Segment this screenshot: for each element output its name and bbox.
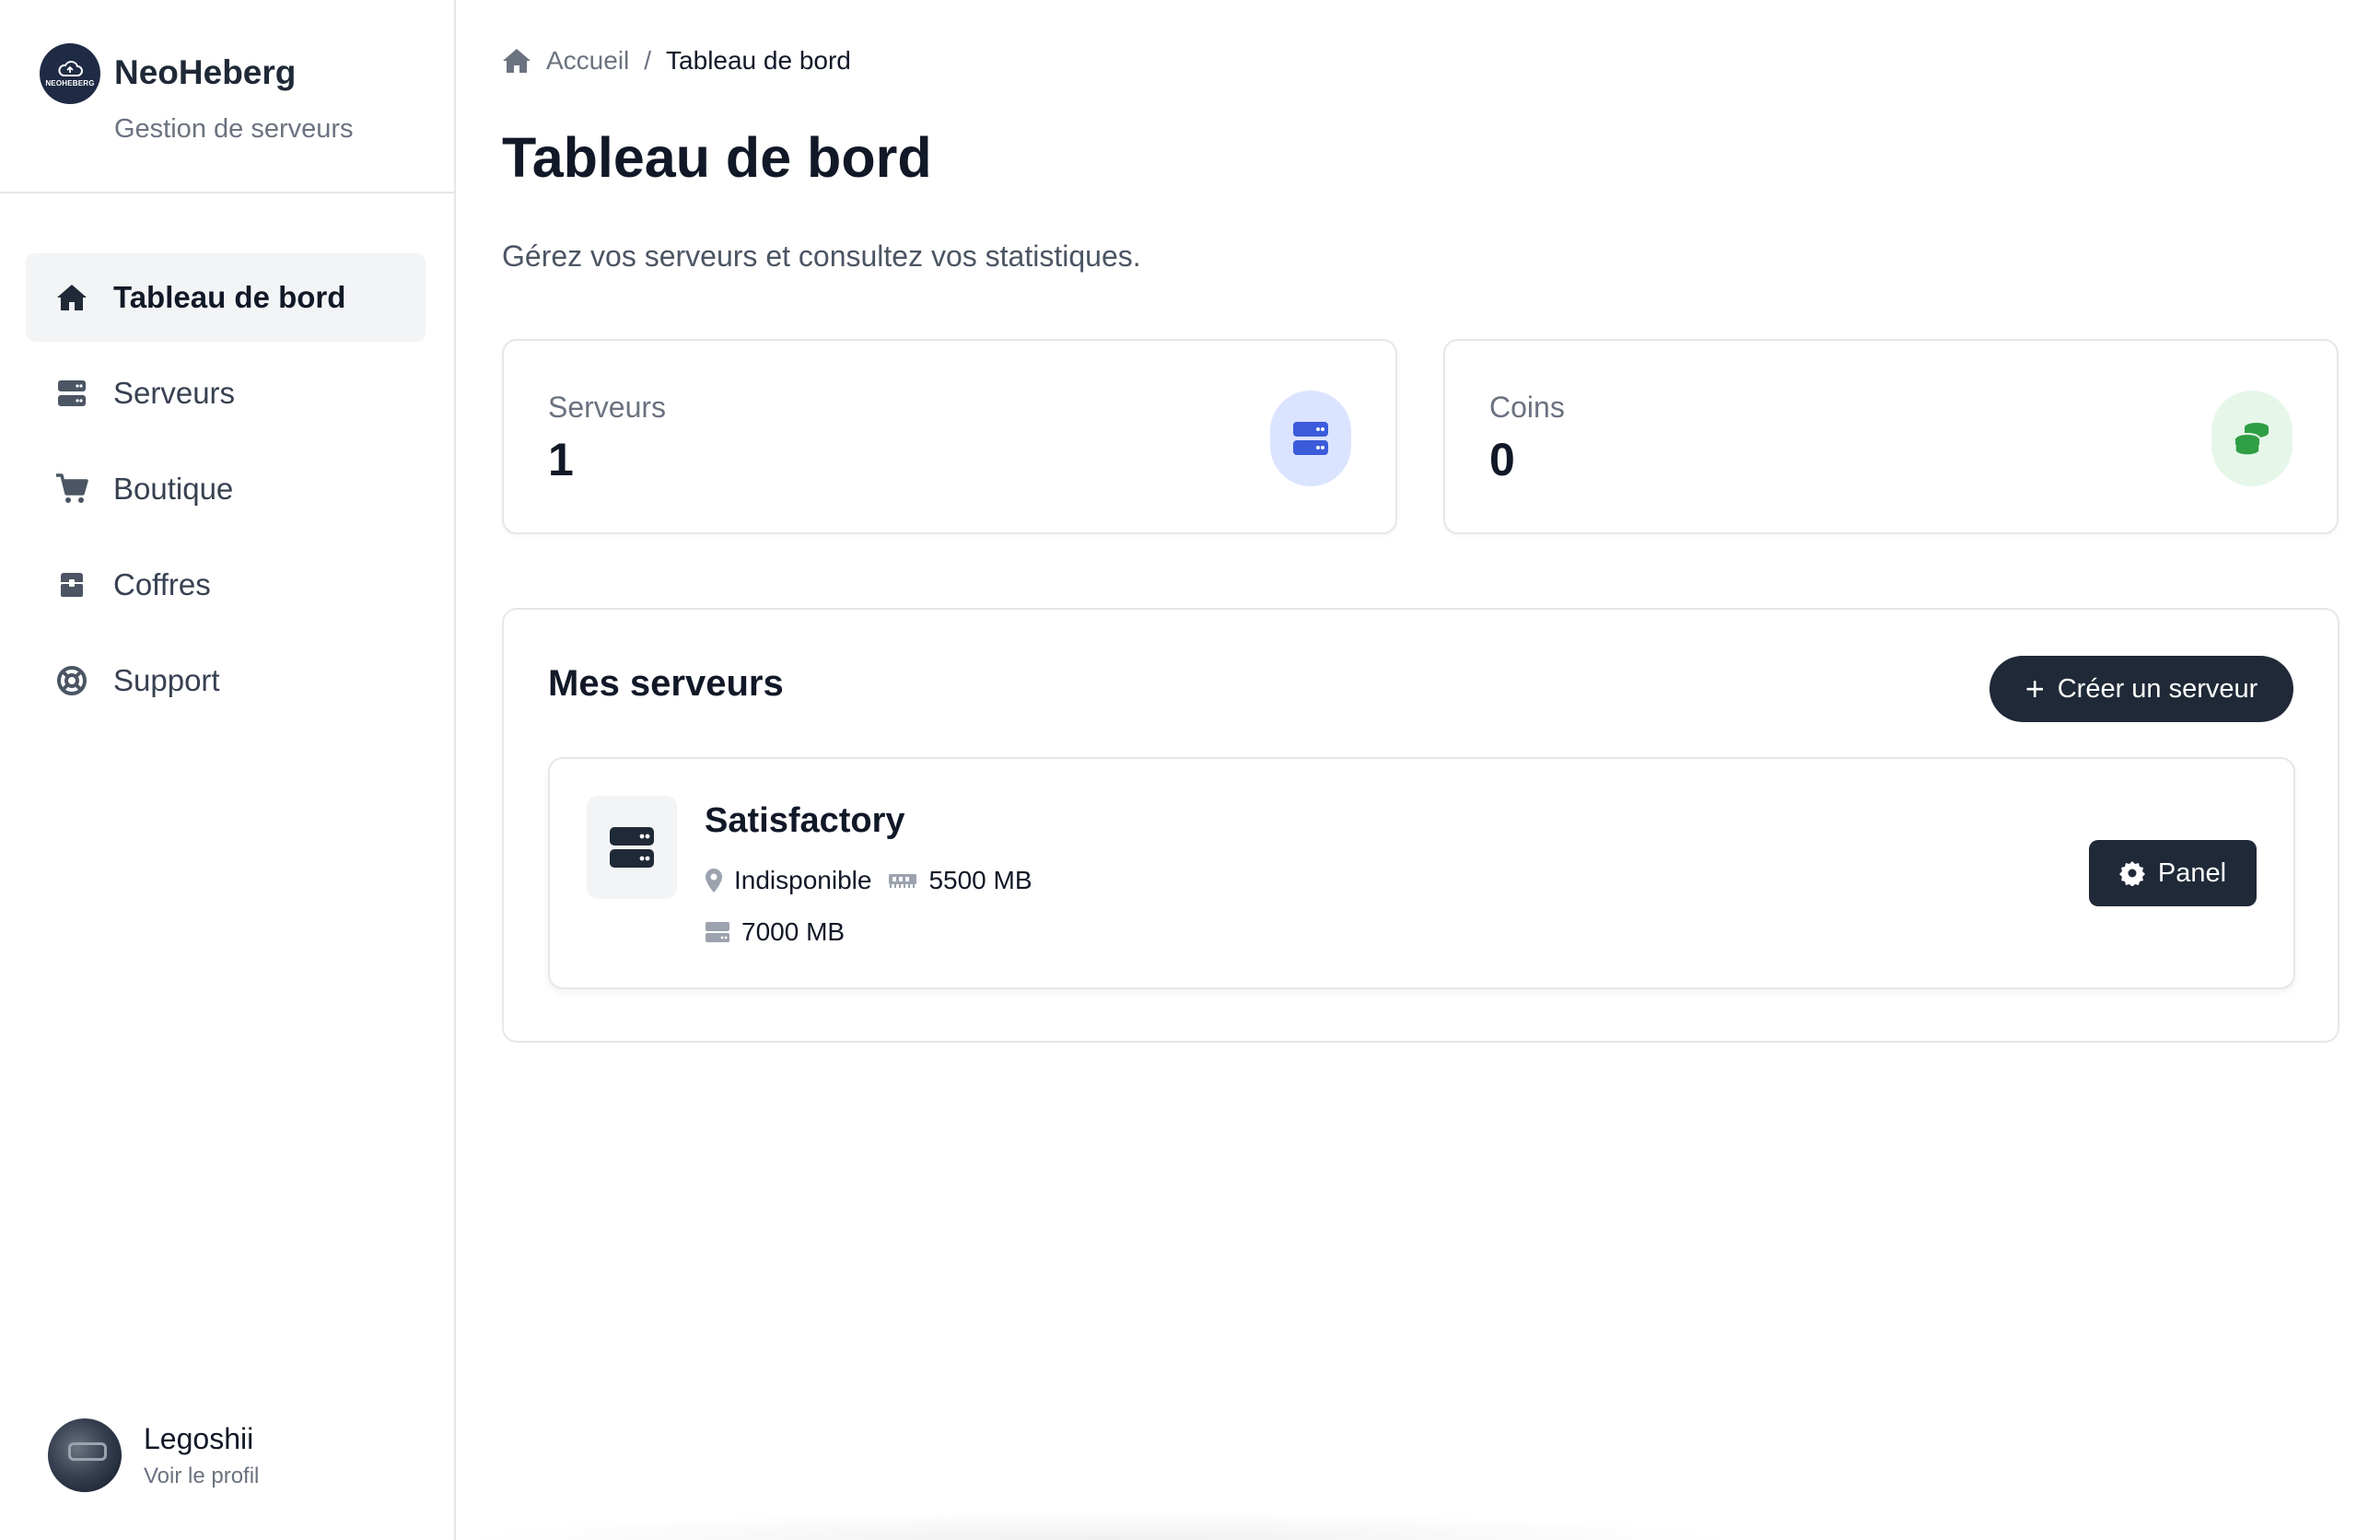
breadcrumb-separator: / — [644, 46, 652, 75]
cloud-icon — [58, 61, 83, 76]
stat-value: 0 — [1489, 434, 1515, 485]
sidebar-item-support[interactable]: Support — [26, 636, 426, 725]
brand-header: NEOHEBERG NeoHeberg Gestion de serveurs — [0, 0, 454, 193]
breadcrumb-home-link[interactable]: Accueil — [546, 46, 629, 76]
stat-card-servers: Serveurs 1 — [502, 339, 1397, 534]
create-server-label: Créer un serveur — [2057, 673, 2258, 704]
server-meta: Indisponible 5500 MB — [705, 866, 1049, 895]
sidebar-item-dashboard[interactable]: Tableau de bord — [26, 253, 426, 342]
coins-icon — [2211, 391, 2292, 486]
page-description: Gérez vos serveurs et consultez vos stat… — [502, 239, 1141, 273]
create-server-button[interactable]: + Créer un serveur — [1989, 656, 2293, 722]
user-name: Legoshii — [144, 1421, 254, 1455]
server-card: Satisfactory Indisponible 5500 MB 7000 M… — [548, 757, 2295, 989]
sidebar-item-label: Coffres — [113, 567, 211, 601]
gear-icon — [2118, 861, 2145, 886]
home-icon — [55, 281, 88, 314]
lifebuoy-icon — [55, 664, 88, 697]
sidebar-item-label: Serveurs — [113, 376, 236, 410]
stat-label: Coins — [1489, 391, 1565, 424]
server-icon — [587, 796, 677, 899]
breadcrumb-current: Tableau de bord — [666, 46, 851, 75]
server-icon — [1270, 391, 1351, 486]
user-profile[interactable]: Legoshii Voir le profil — [48, 1418, 259, 1492]
stat-value: 1 — [548, 434, 574, 485]
location-pin-icon — [706, 869, 722, 892]
page-title: Tableau de bord — [502, 126, 932, 189]
brand-subtitle: Gestion de serveurs — [114, 114, 354, 144]
avatar[interactable] — [48, 1418, 122, 1492]
bottom-shadow — [456, 1511, 1745, 1540]
sidebar-item-servers[interactable]: Serveurs — [26, 349, 426, 438]
brand-logo-text: NEOHEBERG — [45, 79, 95, 88]
server-disk: 7000 MB — [741, 917, 846, 946]
sidebar-item-label: Support — [113, 663, 220, 697]
breadcrumb: Accueil / Tableau de bord — [502, 46, 851, 76]
panel-button[interactable]: Panel — [2089, 840, 2257, 906]
brand-name: NeoHeberg — [114, 53, 297, 91]
sidebar: NEOHEBERG NeoHeberg Gestion de serveurs … — [0, 0, 456, 1540]
panel-button-label: Panel — [2157, 858, 2227, 888]
panel-title: Mes serveurs — [548, 663, 784, 704]
sidebar-nav: Tableau de bord Serveurs Boutique Coffre… — [26, 253, 426, 732]
profile-link[interactable]: Voir le profil — [144, 1464, 259, 1489]
my-servers-panel: Mes serveurs + Créer un serveur Satisfac… — [502, 608, 2339, 1043]
server-meta-disk: 7000 MB — [705, 917, 845, 947]
plus-icon: + — [2024, 670, 2045, 707]
brand-logo[interactable]: NEOHEBERG — [40, 43, 100, 104]
sidebar-item-shop[interactable]: Boutique — [26, 445, 426, 533]
server-ram: 5500 MB — [928, 866, 1032, 894]
server-location: Indisponible — [734, 866, 872, 894]
sidebar-item-label: Boutique — [113, 472, 234, 506]
server-name: Satisfactory — [705, 801, 905, 840]
stat-label: Serveurs — [548, 391, 667, 424]
stat-card-coins: Coins 0 — [1443, 339, 2339, 534]
sidebar-item-chests[interactable]: Coffres — [26, 541, 426, 629]
cart-icon — [55, 472, 88, 506]
memory-icon — [889, 874, 917, 888]
chest-icon — [55, 568, 88, 601]
disk-icon — [706, 922, 729, 942]
server-icon — [55, 377, 88, 410]
sidebar-item-label: Tableau de bord — [113, 280, 346, 314]
home-icon[interactable] — [502, 47, 531, 75]
